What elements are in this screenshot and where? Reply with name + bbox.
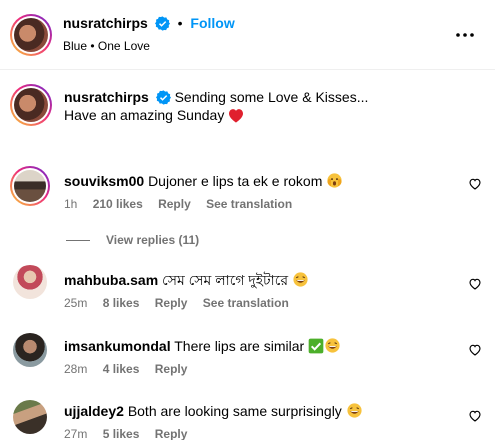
separator-dot: •	[177, 15, 183, 31]
comment-likes[interactable]: 4 likes	[103, 362, 140, 376]
comment-item: mahbuba.sam সেম সেম লাগে দুইটারে 25m 8 l…	[0, 263, 495, 318]
comment-text: সেম সেম লাগে দুইটারে	[162, 272, 289, 288]
comment-time[interactable]: 25m	[64, 296, 87, 310]
comment-time[interactable]: 1h	[64, 197, 77, 211]
comment-text: Dujoner e lips ta ek e rokom	[148, 173, 323, 189]
laughing-face-emoji-icon	[347, 403, 362, 418]
comment-text: Both are looking same surprisingly	[127, 403, 342, 419]
verified-badge-icon	[155, 90, 171, 105]
verified-badge-icon	[154, 16, 170, 31]
see-translation-button[interactable]: See translation	[206, 197, 292, 211]
view-replies-line	[66, 240, 90, 242]
laughing-face-emoji-icon	[293, 272, 308, 287]
reply-button[interactable]: Reply	[155, 427, 188, 440]
laughing-face-emoji-icon	[325, 338, 340, 353]
caption-username[interactable]: nusratchirps	[64, 89, 149, 105]
comment-time[interactable]: 27m	[64, 427, 87, 440]
header-username[interactable]: nusratchirps	[63, 15, 148, 31]
comment-time[interactable]: 28m	[64, 362, 87, 376]
comment-likes[interactable]: 8 likes	[103, 296, 140, 310]
more-options-icon[interactable]	[455, 25, 475, 45]
view-replies-button[interactable]: View replies (11)	[66, 233, 199, 247]
follow-button[interactable]: Follow	[190, 15, 234, 31]
comment-avatar[interactable]	[13, 265, 47, 299]
comment-item: imsankumondal There lips are similar 28m…	[0, 331, 495, 386]
post-header: nusratchirps • Follow Blue • One Love	[0, 0, 495, 70]
post-location[interactable]: Blue • One Love	[63, 39, 150, 53]
like-heart-icon[interactable]	[468, 277, 482, 291]
comment-avatar[interactable]	[13, 333, 47, 367]
post-caption: nusratchirps Sending some Love & Kisses.…	[0, 84, 495, 144]
comment-avatar[interactable]	[13, 400, 47, 434]
comment-likes[interactable]: 5 likes	[103, 427, 140, 440]
comment-item: souviksm00 Dujoner e lips ta ek e rokom …	[0, 162, 495, 252]
like-heart-icon[interactable]	[468, 409, 482, 423]
green-check-emoji-icon	[308, 338, 324, 354]
caption-text-line2: Have an amazing Sunday	[64, 107, 225, 123]
like-heart-icon[interactable]	[468, 177, 482, 191]
reply-button[interactable]: Reply	[158, 197, 191, 211]
like-heart-icon[interactable]	[468, 343, 482, 357]
comment-username[interactable]: souviksm00	[64, 173, 144, 189]
comment-item: ujjaldey2 Both are looking same surprisi…	[0, 398, 495, 440]
reply-button[interactable]: Reply	[155, 296, 188, 310]
shocked-face-emoji-icon	[327, 173, 342, 188]
header-avatar[interactable]	[10, 14, 52, 56]
view-replies-label: View replies (11)	[106, 233, 200, 247]
comment-avatar[interactable]	[10, 166, 50, 206]
red-heart-emoji-icon	[229, 109, 244, 123]
comment-username[interactable]: ujjaldey2	[64, 403, 124, 419]
caption-text-line1: Sending some Love & Kisses...	[174, 89, 369, 105]
comment-text: There lips are similar	[174, 338, 305, 354]
caption-avatar[interactable]	[10, 84, 52, 126]
comment-username[interactable]: mahbuba.sam	[64, 272, 158, 288]
see-translation-button[interactable]: See translation	[203, 296, 289, 310]
comment-likes[interactable]: 210 likes	[93, 197, 143, 211]
reply-button[interactable]: Reply	[155, 362, 188, 376]
comment-username[interactable]: imsankumondal	[64, 338, 171, 354]
